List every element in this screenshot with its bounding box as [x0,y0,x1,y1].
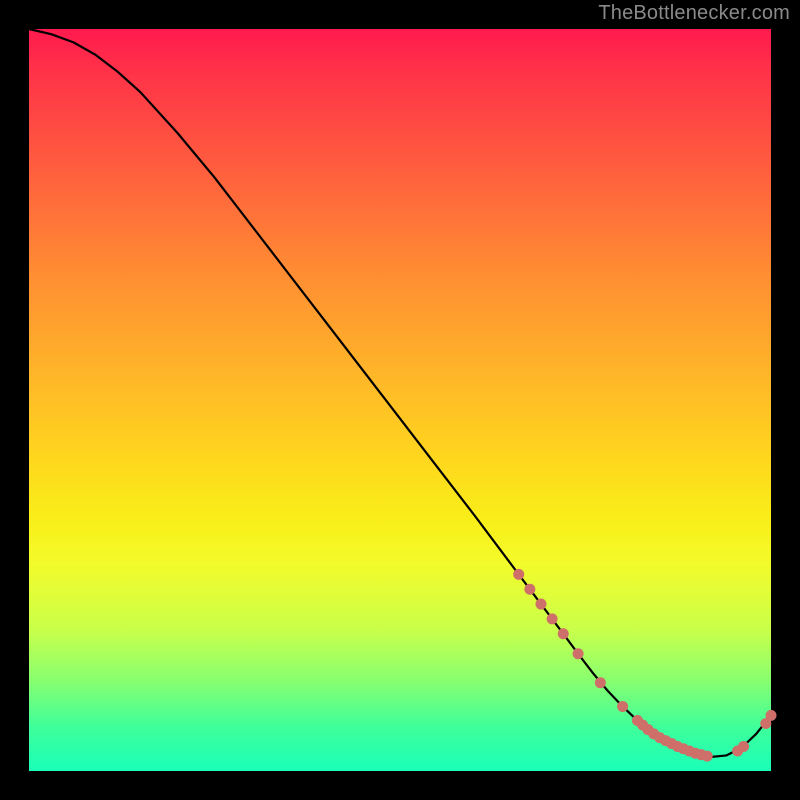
curve-marker [513,569,524,580]
curve-marker [617,701,628,712]
plot-overlay-svg [29,29,771,771]
curve-marker [702,751,713,762]
curve-marker [595,677,606,688]
attribution-label: TheBottlenecker.com [598,2,790,25]
curve-marker [547,613,558,624]
curve-markers [513,569,776,762]
curve-marker [738,741,749,752]
curve-marker [535,599,546,610]
curve-marker [573,648,584,659]
curve-marker [766,710,777,721]
curve-marker [524,584,535,595]
curve-marker [558,628,569,639]
chart-frame: TheBottlenecker.com [0,0,800,800]
bottleneck-curve [29,29,771,757]
